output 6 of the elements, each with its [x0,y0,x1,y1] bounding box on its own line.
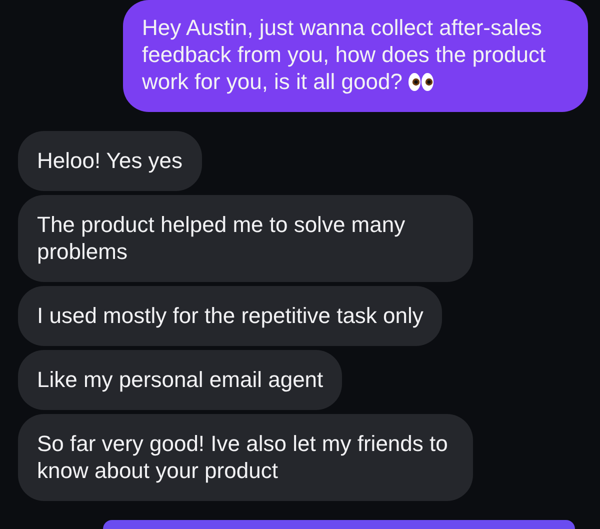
sent-message-bubble: Hey Austin, just wanna collect after-sales feedback from you, how does the product work for you, is it all good? [123,0,588,112]
received-message-bubble: Heloo! Yes yes [18,131,202,191]
received-message-bubble: The product helped me to solve many problems [18,195,473,282]
received-message-bubble: Like my personal email agent [18,350,342,410]
received-message-bubble: So far very good! Ive also let my friends to know about your product [18,414,473,501]
received-message-bubble: I used mostly for the repetitive task only [18,286,442,346]
